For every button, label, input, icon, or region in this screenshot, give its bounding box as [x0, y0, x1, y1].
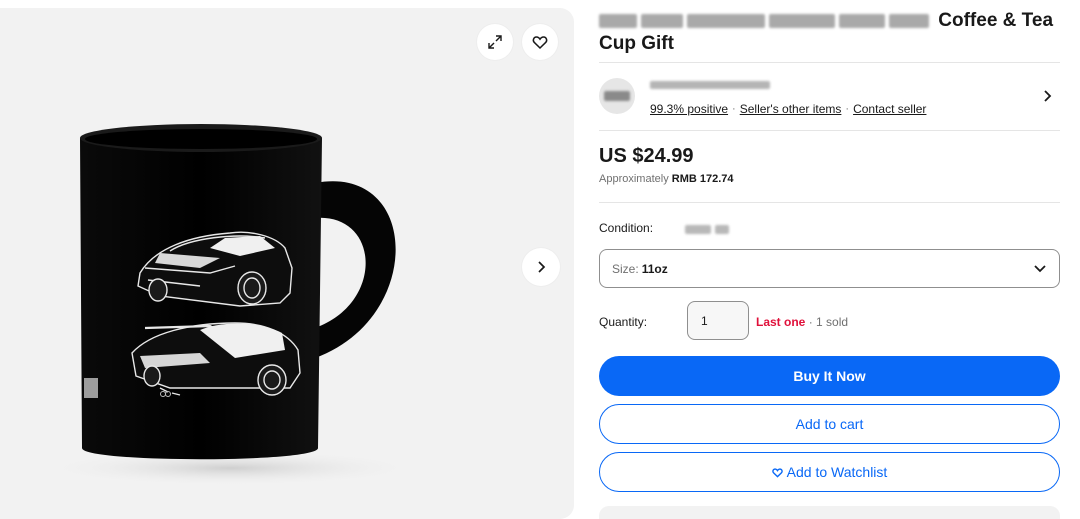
separator: ·: [732, 103, 736, 115]
last-one-text: Last one: [756, 315, 806, 329]
redacted-condition: [685, 225, 711, 235]
expand-arrows-icon: [486, 33, 504, 51]
seller-other-items-link[interactable]: Seller's other items: [740, 102, 842, 116]
next-image-button[interactable]: [522, 248, 560, 286]
size-label: Size:: [612, 261, 639, 276]
sold-count: 1 sold: [816, 315, 849, 329]
redacted-avatar: [604, 91, 630, 101]
divider: [599, 202, 1060, 203]
divider: [599, 62, 1060, 63]
seller-info: 99.3% positive · Seller's other items · …: [650, 76, 926, 116]
seller-card[interactable]: 99.3% positive · Seller's other items · …: [599, 73, 1060, 119]
separator: ·: [845, 103, 850, 115]
converted-price: Approximately RMB 172.74: [599, 173, 734, 185]
size-select[interactable]: Size: 11oz: [599, 249, 1060, 288]
condition-value: [685, 221, 733, 239]
expand-image-button[interactable]: [477, 24, 513, 60]
add-to-cart-button[interactable]: Add to cart: [599, 404, 1060, 444]
redacted-seller-name: [650, 80, 770, 89]
quantity-status: Last one · 1 sold: [756, 315, 848, 329]
approx-prefix: Approximately: [599, 173, 669, 185]
chevron-right-icon: [534, 260, 548, 274]
chevron-right-icon[interactable]: [1042, 89, 1054, 103]
chevron-down-icon: [1033, 264, 1047, 274]
product-image-gallery: [0, 8, 574, 519]
redacted-condition: [715, 225, 729, 235]
quantity-input[interactable]: [687, 301, 749, 340]
size-value: 11oz: [641, 261, 668, 276]
title-visible-text: Coffee & Tea: [938, 10, 1054, 31]
seller-feedback-link[interactable]: 99.3% positive: [650, 102, 728, 116]
seller-links: 99.3% positive · Seller's other items · …: [650, 102, 926, 116]
info-card: [599, 506, 1060, 519]
listing-title: Coffee & Tea Cup Gift: [599, 9, 1069, 55]
quantity-label: Quantity:: [599, 315, 648, 329]
redacted-title-text: [769, 13, 835, 28]
seller-avatar: [599, 78, 635, 114]
heart-outline-icon: [771, 467, 783, 478]
redacted-title-text: [599, 13, 637, 28]
divider: [599, 130, 1060, 131]
condition-label: Condition:: [599, 221, 654, 235]
redacted-title-text: [641, 13, 683, 28]
seller-name: [650, 76, 926, 94]
title-line2: Cup Gift: [599, 33, 674, 54]
separator: ·: [808, 315, 813, 329]
approx-value: RMB 172.74: [671, 173, 734, 185]
redacted-title-text: [687, 13, 765, 28]
favorite-button[interactable]: [522, 24, 558, 60]
buy-it-now-button[interactable]: Buy It Now: [599, 356, 1060, 396]
product-image[interactable]: [40, 118, 440, 498]
price: US $24.99: [599, 145, 694, 167]
add-to-watchlist-button[interactable]: Add to Watchlist: [599, 452, 1060, 492]
heart-outline-icon: [532, 34, 548, 50]
add-to-watchlist-label: Add to Watchlist: [786, 464, 888, 480]
redacted-title-text: [839, 13, 885, 28]
contact-seller-link[interactable]: Contact seller: [853, 102, 926, 116]
redacted-title-text: [889, 13, 929, 28]
